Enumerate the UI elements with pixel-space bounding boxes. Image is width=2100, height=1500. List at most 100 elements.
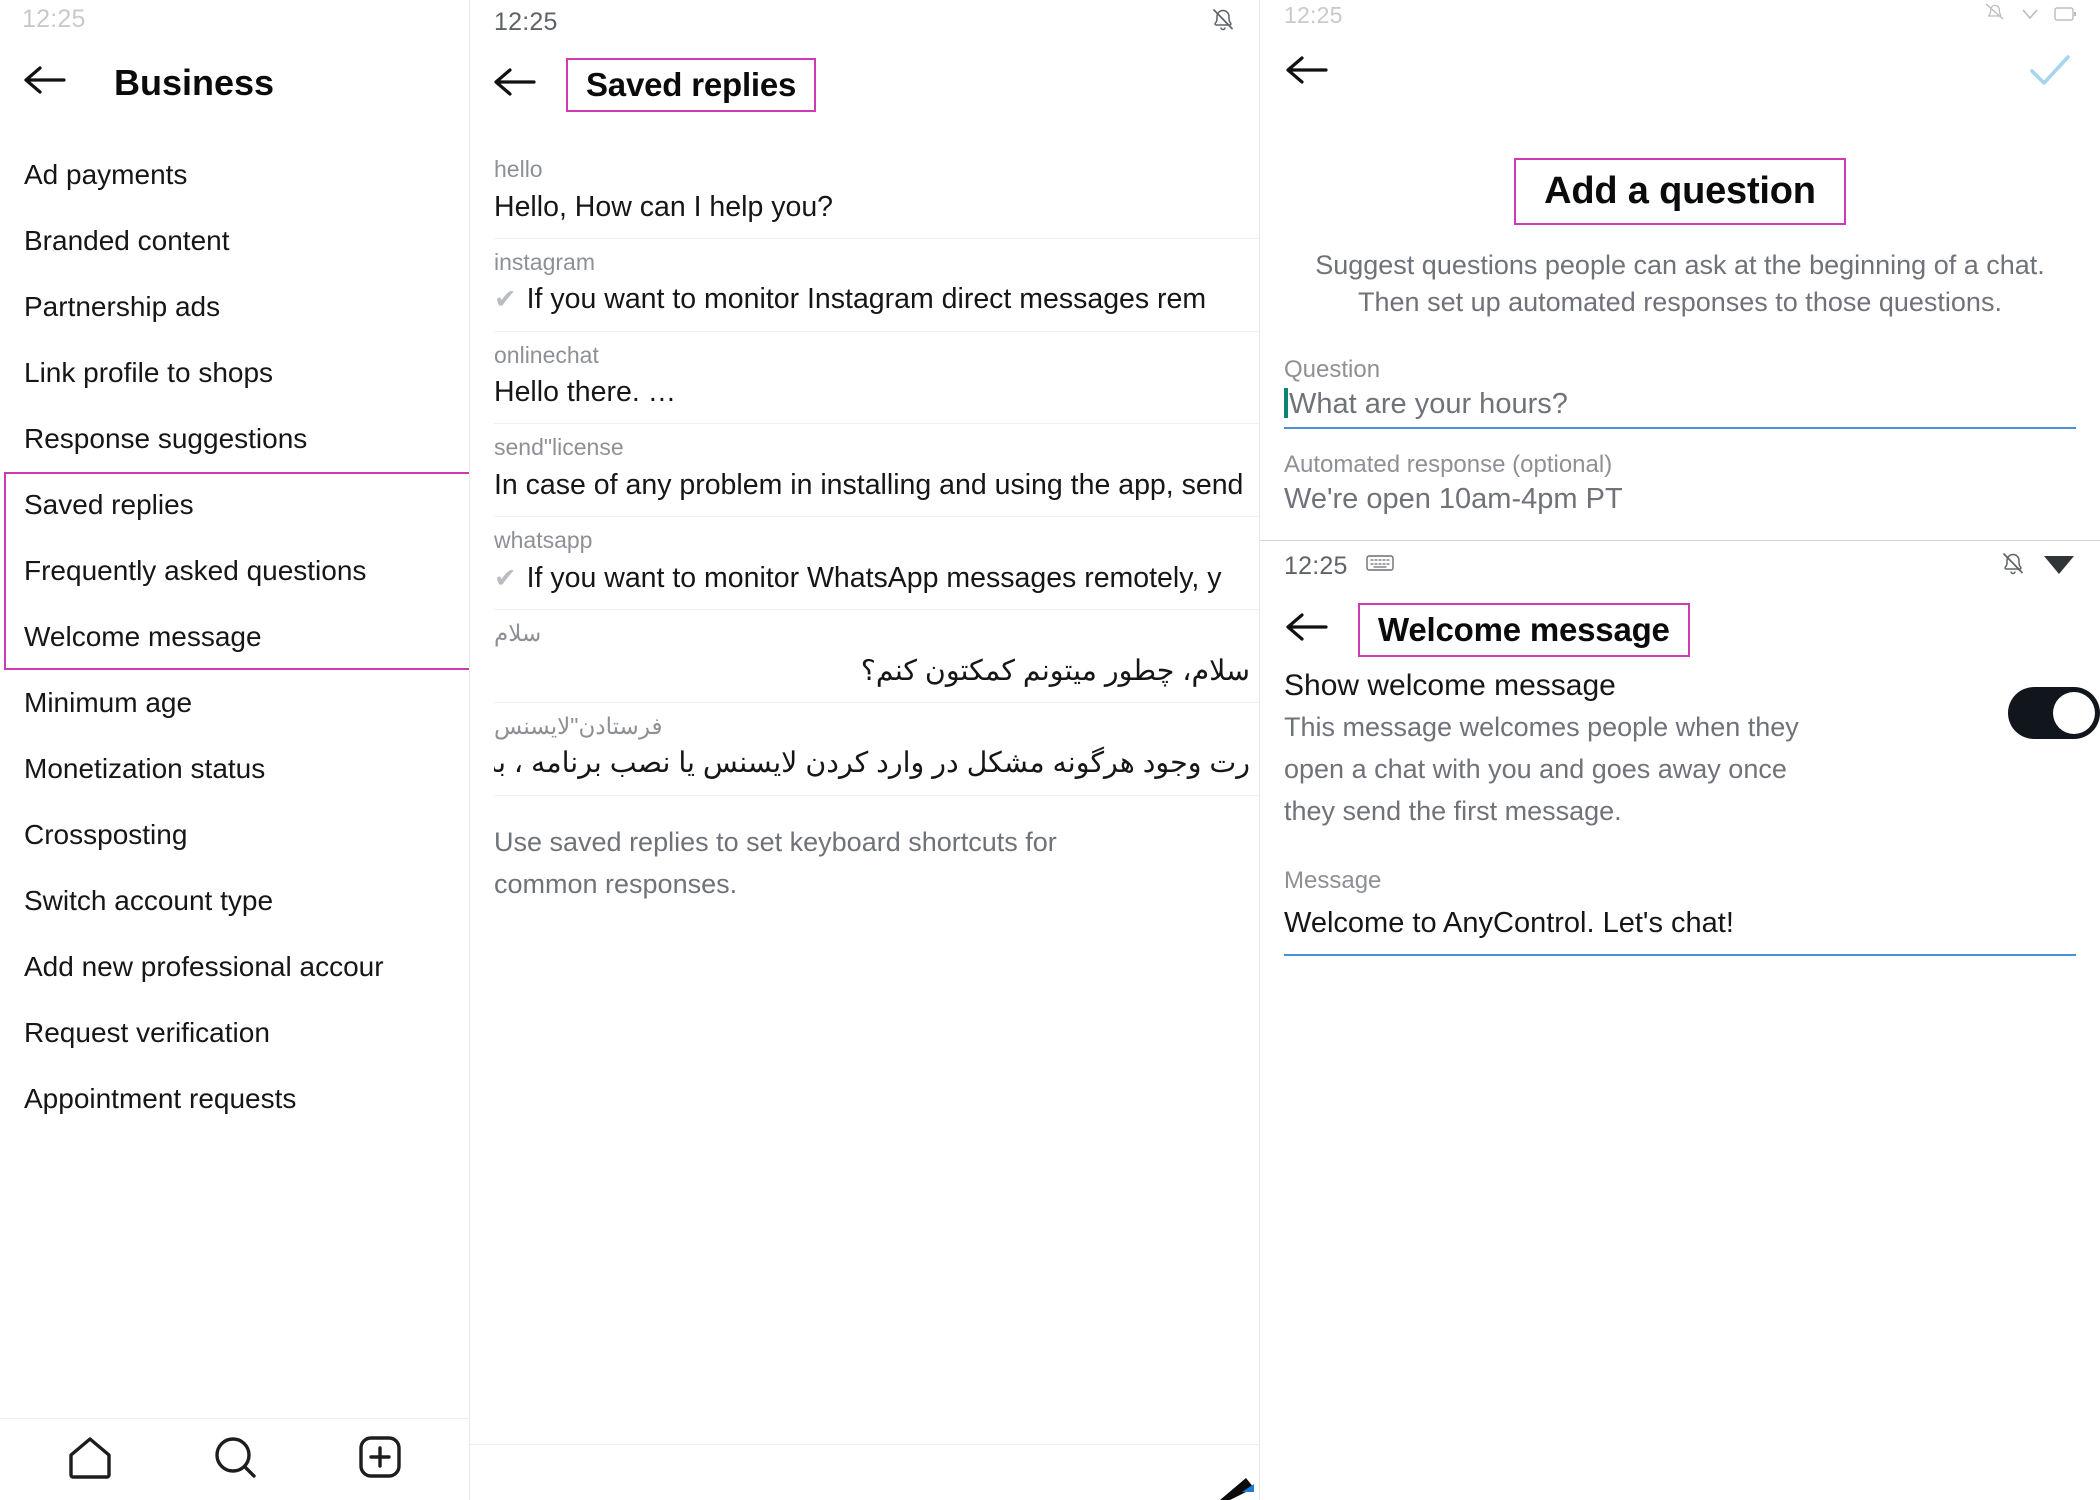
question-field-group: Question What are your hours? (1284, 356, 2076, 430)
sidebar-item-saved-replies[interactable]: Saved replies (0, 472, 470, 538)
mid-bottom-bar (470, 1444, 1260, 1500)
welcome-clock: 12:25 (1284, 551, 1348, 580)
reply-shortcut: hello (494, 156, 543, 182)
text-caret (1284, 388, 1288, 419)
wifi-icon (2042, 550, 2076, 583)
sidebar-item-welcome-message[interactable]: Welcome message (0, 604, 470, 670)
mid-clock: 12:25 (494, 7, 558, 36)
sidebar-item-partnership-ads[interactable]: Partnership ads (0, 274, 470, 340)
sidebar-item-add-new-professional-account[interactable]: Add new professional accour (0, 934, 470, 1000)
automated-response-label: Automated response (optional) (1284, 451, 1613, 479)
check-mark-icon: ✔ (494, 562, 517, 593)
search-circle-icon[interactable] (208, 1431, 262, 1488)
check-icon[interactable] (2024, 51, 2076, 96)
sidebar-item-label: Frequently asked questions (24, 555, 367, 586)
bell-off-icon (1210, 5, 1236, 40)
sidebar-item-appointment-requests[interactable]: Appointment requests (0, 1066, 470, 1132)
reply-shortcut: سلام (494, 620, 542, 647)
battery-icon (2054, 1, 2076, 29)
welcome-message-body: Show welcome message This message welcom… (1260, 669, 2100, 956)
question-input[interactable]: What are your hours? (1284, 384, 2076, 421)
saved-replies-panel: 12:25 Saved replies hello Hello, How can… (470, 0, 1260, 1500)
sidebar-item-label: Partnership ads (24, 291, 221, 322)
right-clock-top: 12:25 (1284, 1, 1343, 28)
sidebar-item-link-profile-to-shops[interactable]: Link profile to shops (0, 340, 470, 406)
left-statusbar: 12:25 (0, 0, 470, 38)
send-icon (1220, 1478, 1254, 1500)
question-placeholder: What are your hours? (1289, 388, 1568, 421)
toggle-knob (2053, 692, 2095, 735)
back-arrow-icon[interactable] (22, 63, 74, 103)
sidebar-item-label: Response suggestions (24, 423, 308, 454)
home-icon[interactable] (63, 1431, 117, 1488)
sidebar-item-label: Crossposting (24, 819, 188, 850)
list-item[interactable]: فرستادن"لایسنس رت وجود هرگونه مشکل در وا… (494, 703, 1260, 796)
question-label: Question (1284, 356, 1381, 384)
highlight-box-welcome-message: Welcome message (1358, 603, 1690, 658)
questions-welcome-panel: 12:25 Add a question Suggest questions p… (1260, 0, 2100, 1500)
sidebar-item-request-verification[interactable]: Request verification (0, 1000, 470, 1066)
automated-response-input[interactable]: We're open 10am-4pm PT (1284, 479, 2076, 516)
list-item[interactable]: whatsapp ✔ If you want to monitor WhatsAp… (494, 517, 1260, 611)
reply-text: If you want to monitor Instagram direct … (526, 283, 1207, 316)
right-statusbar-top: 12:25 (1260, 0, 2100, 30)
sidebar-item-label: Ad payments (24, 159, 188, 190)
reply-text: سلام، چطور میتونم کمکتون کنم؟ (860, 654, 1250, 687)
list-item[interactable]: send"license In case of any problem in i… (494, 424, 1260, 518)
reply-text: Hello, How can I help you? (494, 190, 834, 223)
show-welcome-message-row[interactable]: Show welcome message This message welcom… (1284, 669, 2100, 833)
show-welcome-message-toggle[interactable] (2008, 687, 2100, 740)
reply-text: رت وجود هرگونه مشکل در وارد کردن لایسنس … (494, 747, 1250, 780)
reply-text: In case of any problem in installing and… (494, 468, 1244, 501)
add-question-appbar (1260, 30, 2100, 116)
sidebar-item-label: Minimum age (24, 687, 193, 718)
sidebar-item-label: Welcome message (24, 621, 262, 652)
business-header: Business (0, 38, 470, 112)
reply-text-wrapper: ✔ If you want to monitor Instagram direct… (494, 279, 1260, 320)
reply-shortcut: whatsapp (494, 527, 593, 554)
list-item[interactable]: instagram ✔ If you want to monitor Instag… (494, 239, 1260, 332)
back-arrow-icon[interactable] (492, 65, 544, 105)
list-item[interactable]: سلام سلام، چطور میتونم کمکتون کنم؟ (494, 610, 1260, 703)
sidebar-item-response-suggestions[interactable]: Response suggestions (0, 406, 470, 472)
saved-replies-hint: Use saved replies to set keyboard shortc… (494, 826, 1057, 899)
show-welcome-message-description: This message welcomes people when they o… (1284, 712, 1799, 827)
bottom-navigation-bar (0, 1418, 470, 1500)
keyboard-icon (1365, 552, 1394, 580)
reply-shortcut: instagram (494, 248, 595, 275)
sidebar-item-ad-payments[interactable]: Ad payments (0, 142, 470, 208)
back-arrow-icon[interactable] (1284, 610, 1336, 650)
add-question-form: Question What are your hours? Automated … (1260, 356, 2100, 516)
sidebar-item-minimum-age[interactable]: Minimum age (0, 670, 470, 736)
add-box-icon[interactable] (353, 1431, 407, 1488)
chevron-down-icon (2020, 1, 2040, 29)
welcome-message-appbar: Welcome message (1260, 591, 2100, 669)
sidebar-item-label: Appointment requests (24, 1083, 297, 1114)
highlight-box-saved-replies-title: Saved replies (566, 58, 817, 112)
show-welcome-message-text: Show welcome message This message welcom… (1284, 669, 2008, 833)
list-item[interactable]: onlinechat Hello there. … (494, 332, 1260, 425)
sidebar-item-monetization-status[interactable]: Monetization status (0, 736, 470, 802)
bell-off-icon (2000, 549, 2026, 584)
sidebar-item-frequently-asked-questions[interactable]: Frequently asked questions (0, 538, 470, 604)
message-input[interactable]: Welcome to AnyControl. Let's chat! (1284, 895, 2076, 940)
bell-off-icon (1984, 1, 2006, 29)
list-item[interactable]: hello Hello, How can I help you? (494, 146, 1260, 239)
page-title: Saved replies (586, 66, 797, 103)
sidebar-item-switch-account-type[interactable]: Switch account type (0, 868, 470, 934)
left-clock: 12:25 (22, 4, 86, 33)
message-label: Message (1284, 866, 1382, 894)
sidebar-item-label: Link profile to shops (24, 357, 274, 388)
automated-response-placeholder: We're open 10am-4pm PT (1284, 483, 1623, 516)
reply-text-wrapper: ✔ If you want to monitor WhatsApp message… (494, 558, 1260, 599)
back-arrow-icon[interactable] (1284, 53, 1336, 93)
sidebar-item-label: Request verification (24, 1017, 270, 1048)
sidebar-item-crossposting[interactable]: Crossposting (0, 802, 470, 868)
sidebar-item-branded-content[interactable]: Branded content (0, 208, 470, 274)
mid-statusbar: 12:25 (470, 0, 1260, 44)
message-field-group: Message Welcome to AnyControl. Let's cha… (1284, 867, 2100, 956)
page-title: Business (114, 62, 275, 103)
sidebar-item-label: Branded content (24, 225, 230, 256)
reply-shortcut: onlinechat (494, 341, 599, 368)
message-input-underline (1284, 953, 2076, 956)
